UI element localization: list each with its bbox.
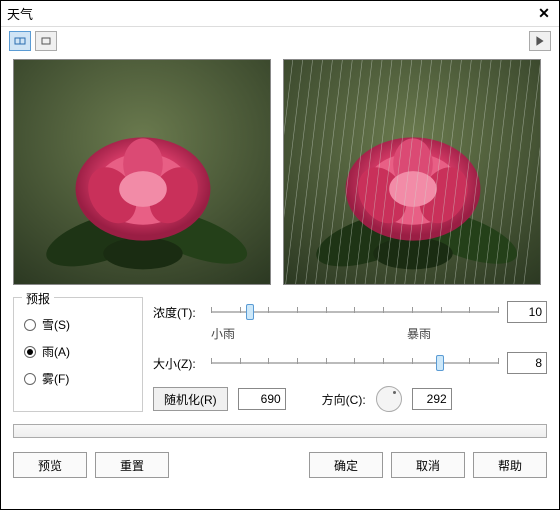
direction-dial[interactable]	[376, 386, 402, 412]
close-icon[interactable]: ✕	[535, 5, 553, 23]
intensity-input[interactable]	[507, 301, 547, 323]
radio-icon	[24, 373, 36, 385]
toolbar	[1, 27, 559, 55]
seed-input[interactable]	[238, 388, 286, 410]
direction-input[interactable]	[412, 388, 452, 410]
intensity-slider[interactable]	[211, 301, 499, 323]
radio-rain[interactable]: 雨(A)	[24, 343, 132, 360]
radio-label: 雪(S)	[42, 316, 70, 333]
progress-bar	[13, 424, 547, 438]
controls: 预报 雪(S) 雨(A) 雾(F) 浓度(T):	[1, 289, 559, 416]
radio-label: 雨(A)	[42, 343, 70, 360]
layout-split-button[interactable]	[9, 31, 31, 51]
size-input[interactable]	[507, 352, 547, 374]
radio-icon	[24, 319, 36, 331]
flower-image	[14, 60, 270, 284]
radio-icon	[24, 346, 36, 358]
help-button[interactable]: 帮助	[473, 452, 547, 478]
size-slider[interactable]	[211, 352, 499, 374]
preview-original[interactable]	[13, 59, 271, 285]
intensity-min-label: 小雨	[211, 325, 235, 342]
radio-snow[interactable]: 雪(S)	[24, 316, 132, 333]
forecast-group: 预报 雪(S) 雨(A) 雾(F)	[13, 297, 143, 412]
direction-label: 方向(C):	[322, 391, 366, 408]
radio-fog[interactable]: 雾(F)	[24, 370, 132, 387]
intensity-max-label: 暴雨	[407, 325, 431, 342]
preview-effect[interactable]	[283, 59, 541, 285]
intensity-label: 浓度(T):	[153, 304, 203, 321]
flower-rain-image	[284, 60, 540, 284]
ok-button[interactable]: 确定	[309, 452, 383, 478]
slider-column: 浓度(T): 小雨 暴雨 大小(Z): 随	[153, 297, 547, 412]
footer: 预览 重置 确定 取消 帮助	[1, 446, 559, 484]
preview-button[interactable]: 预览	[13, 452, 87, 478]
radio-label: 雾(F)	[42, 370, 69, 387]
window-title: 天气	[7, 4, 535, 23]
play-icon[interactable]	[529, 31, 551, 51]
preview-area	[1, 55, 559, 289]
forecast-legend: 预报	[22, 290, 54, 307]
randomize-button[interactable]: 随机化(R)	[153, 387, 228, 411]
size-label: 大小(Z):	[153, 355, 203, 372]
titlebar: 天气 ✕	[1, 1, 559, 27]
layout-single-button[interactable]	[35, 31, 57, 51]
cancel-button[interactable]: 取消	[391, 452, 465, 478]
reset-button[interactable]: 重置	[95, 452, 169, 478]
